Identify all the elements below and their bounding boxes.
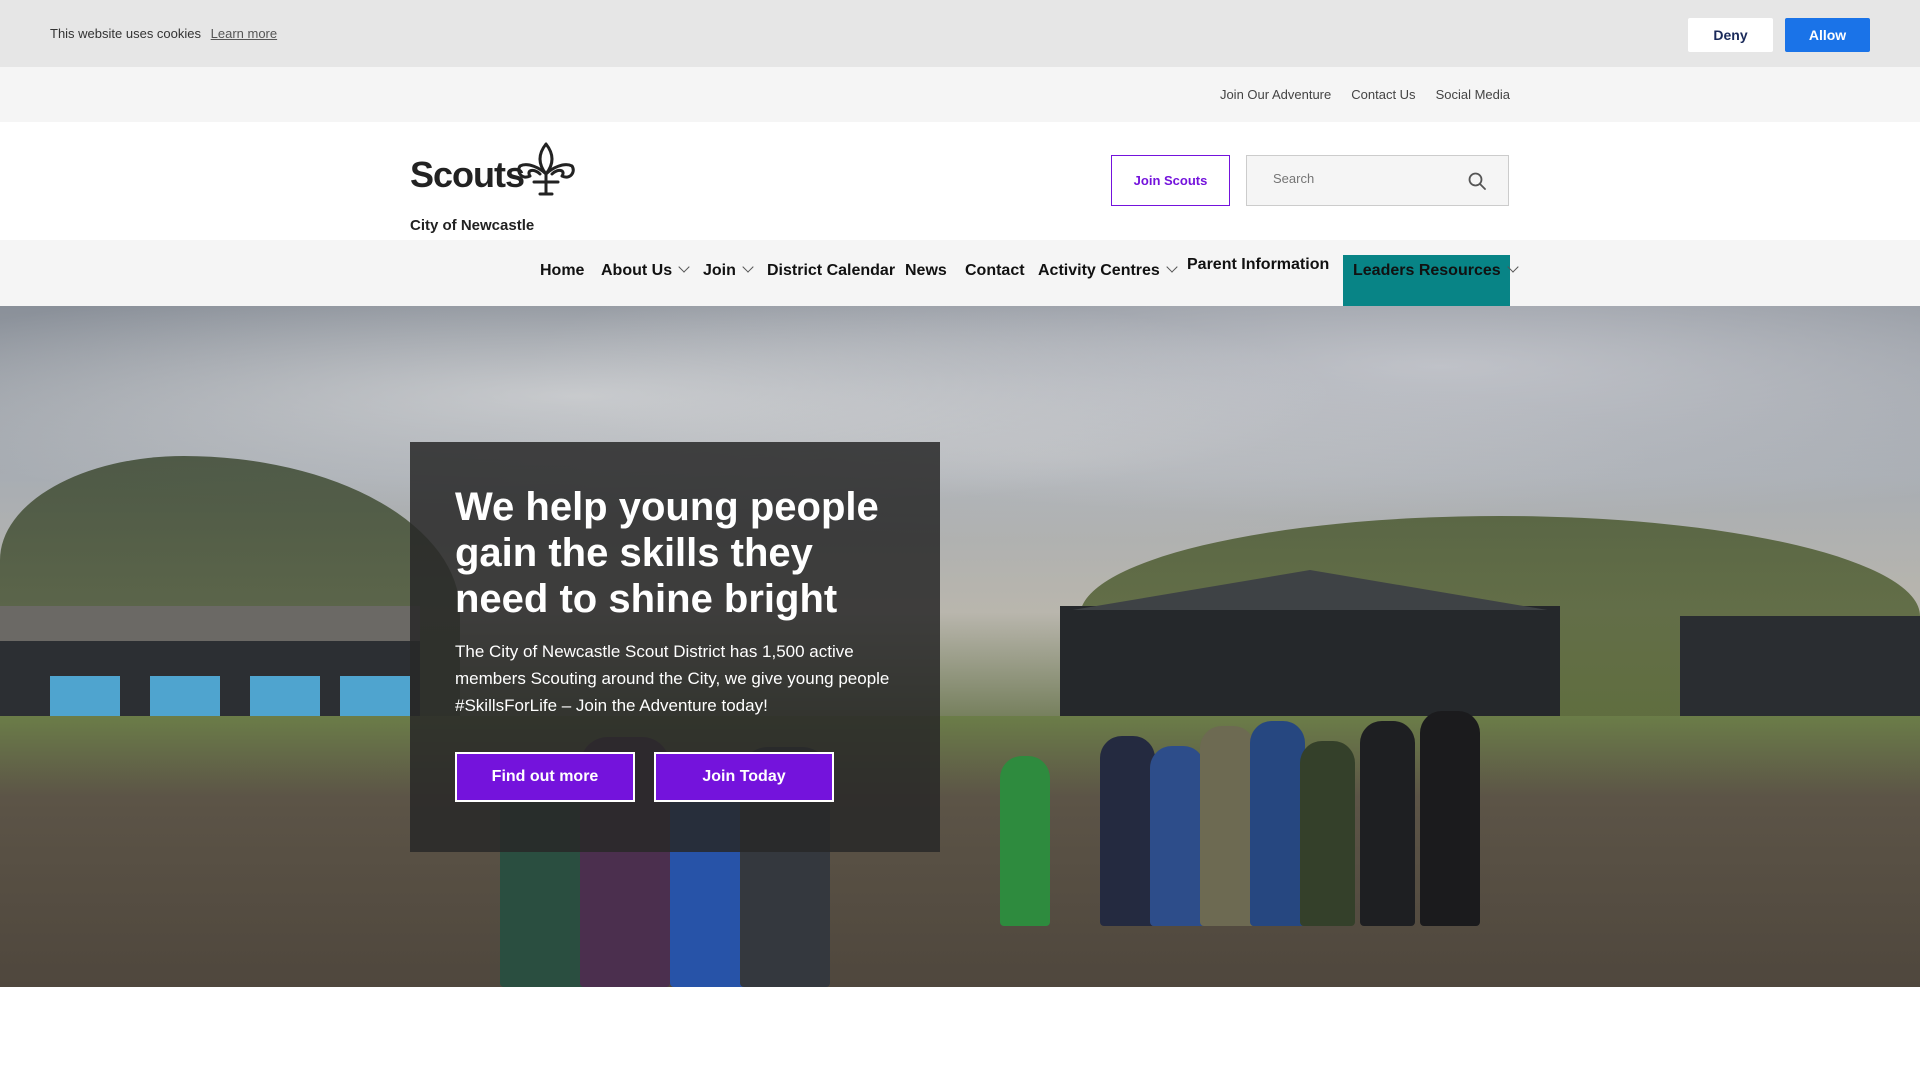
nav-item-district-calendar[interactable]: District Calendar [767, 262, 895, 280]
nav-label: About Us [601, 262, 673, 279]
search-box [1246, 155, 1509, 206]
nav-item-about-us[interactable]: About Us [601, 261, 690, 280]
chevron-down-icon [1166, 261, 1178, 273]
building-roof [0, 606, 420, 641]
cookie-text: This website uses cookies [50, 26, 202, 41]
nav-item-home[interactable]: Home [540, 262, 584, 280]
search-icon[interactable] [1468, 172, 1486, 190]
nav-label: News [905, 262, 947, 279]
nav-item-parent-information[interactable]: Parent Information [1187, 256, 1329, 274]
utility-bar: Join Our Adventure Contact Us Social Med… [0, 67, 1920, 122]
site-header: Scouts City of Newcastle Join Scouts [0, 122, 1920, 240]
hero-section: We help young people gain the skills the… [0, 306, 1920, 987]
main-nav: Home About Us Join District Calendar New… [0, 240, 1920, 318]
cookie-message: This website uses cookies Learn more [50, 26, 277, 41]
nav-label: Contact [965, 262, 1025, 279]
learn-more-link[interactable]: Learn more [211, 26, 277, 41]
hero-building-far [1680, 616, 1920, 726]
utility-links: Join Our Adventure Contact Us Social Med… [1220, 87, 1510, 102]
logo-subtitle: City of Newcastle [410, 217, 535, 234]
allow-cookies-button[interactable]: Allow [1785, 18, 1870, 52]
site-logo[interactable]: Scouts City of Newcastle [410, 142, 610, 234]
hero-body-text: The City of Newcastle Scout District has… [455, 642, 890, 715]
hero-scouts-group [1000, 676, 1520, 926]
nav-item-news[interactable]: News [905, 262, 947, 280]
chevron-down-icon [678, 261, 690, 273]
logo-wordmark: Scouts [410, 154, 525, 195]
cookie-banner: This website uses cookies Learn more Den… [0, 0, 1920, 67]
nav-label: District Calendar [767, 262, 896, 279]
utility-link-contact-us[interactable]: Contact Us [1351, 87, 1415, 102]
nav-label: Join [703, 262, 736, 279]
join-scouts-button[interactable]: Join Scouts [1111, 155, 1230, 206]
hero-heading: We help young people gain the skills the… [455, 485, 879, 621]
join-today-button[interactable]: Join Today [654, 752, 834, 802]
nav-item-contact[interactable]: Contact [965, 262, 1025, 280]
chevron-down-icon [742, 261, 754, 273]
fleur-de-lis-icon [517, 142, 575, 196]
hero-ground [0, 716, 1920, 987]
chevron-down-icon [1506, 261, 1519, 273]
leaders-resources-label: Leaders Resources [1353, 262, 1501, 279]
nav-item-activity-centres[interactable]: Activity Centres [1038, 261, 1178, 280]
hero-card: We help young people gain the skills the… [410, 442, 940, 852]
utility-link-social-media[interactable]: Social Media [1436, 87, 1510, 102]
nav-item-join[interactable]: Join [703, 261, 754, 280]
search-input[interactable] [1271, 170, 1455, 187]
nav-label: Activity Centres [1038, 262, 1160, 279]
nav-label: Parent Information [1187, 256, 1330, 273]
utility-link-join-our-adventure[interactable]: Join Our Adventure [1220, 87, 1331, 102]
nav-label: Home [540, 262, 585, 279]
nav-label: Leaders Resources [1353, 261, 1519, 280]
find-out-more-button[interactable]: Find out more [455, 752, 635, 802]
deny-cookies-button[interactable]: Deny [1688, 18, 1773, 52]
